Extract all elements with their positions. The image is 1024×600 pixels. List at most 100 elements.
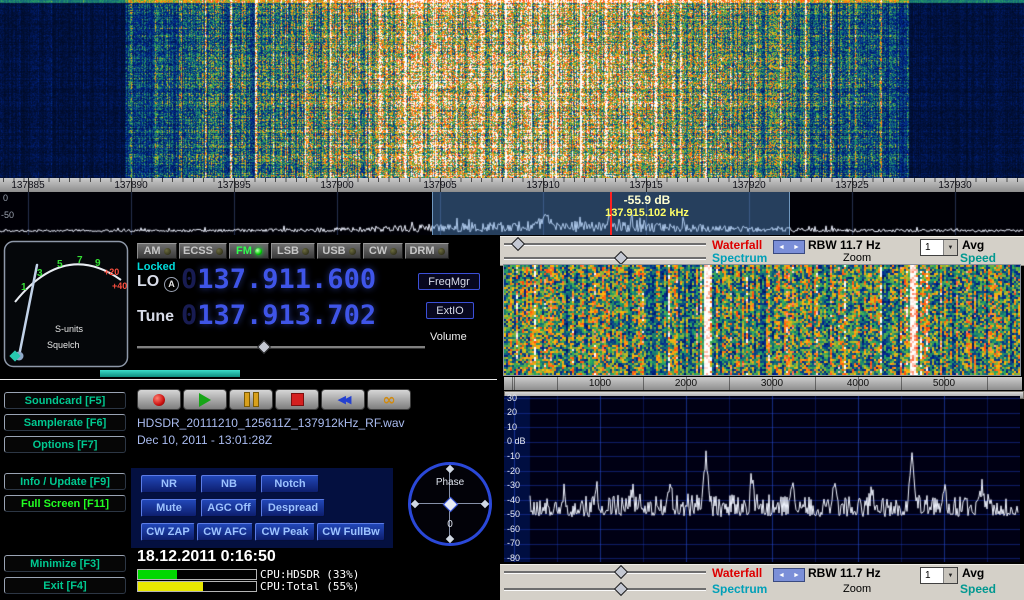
zoom-label-top: Zoom — [843, 252, 871, 264]
fullscreen-button[interactable]: Full Screen [F11] — [4, 495, 126, 512]
mode-fm-led-icon — [255, 248, 262, 255]
waterfall-shift-buttons-bottom[interactable]: ◄ ► — [773, 568, 805, 582]
soundcard-button[interactable]: Soundcard [F5] — [4, 392, 126, 409]
despread-button[interactable]: Despread — [261, 499, 325, 517]
spectrum-gain-slider-bottom[interactable] — [504, 583, 706, 594]
main-waterfall[interactable] — [0, 0, 1024, 178]
mode-lsb-led-icon — [302, 248, 309, 255]
zoom-waterfall-frame — [503, 264, 1021, 376]
mode-usb-led-icon — [349, 248, 356, 255]
mode-ecss-button[interactable]: ECSS — [179, 243, 227, 259]
slider-thumb[interactable] — [511, 237, 525, 251]
main-spectrum[interactable]: 0 -50 -55.9 dB 137.915.102 kHz — [0, 192, 1024, 235]
zoom-spectrum[interactable] — [504, 396, 1020, 562]
slider-track — [504, 571, 706, 574]
mode-drm-led-icon — [438, 248, 445, 255]
arrow-right-icon[interactable]: ► — [793, 572, 800, 579]
tune-label: Tune — [137, 308, 174, 326]
db-axis-0: 0 — [3, 193, 8, 203]
record-button[interactable] — [137, 389, 181, 410]
play-button[interactable] — [183, 389, 227, 410]
zoom-tick-label: 2000 — [675, 378, 697, 389]
zoom-frequency-scale[interactable]: 1000 2000 3000 4000 5000 — [504, 377, 1022, 390]
cw-peak-button[interactable]: CW Peak — [255, 523, 315, 541]
slider-thumb[interactable] — [614, 251, 628, 265]
smeter-units-label: S-units — [55, 324, 84, 334]
avg-count-select-top[interactable]: 1 ▼ — [920, 239, 958, 256]
freqmgr-button[interactable]: FreqMgr — [418, 273, 480, 290]
slider-thumb[interactable] — [614, 565, 628, 579]
waterfall-shift-buttons-top[interactable]: ◄ ► — [773, 240, 805, 254]
avg-count-select-bottom[interactable]: 1 ▼ — [920, 567, 958, 584]
waterfall-label-bottom: Waterfall — [712, 566, 762, 580]
waterfall-label-top: Waterfall — [712, 238, 762, 252]
slider-thumb[interactable] — [614, 582, 628, 596]
phase-dial[interactable]: Phase 0 — [408, 462, 492, 546]
minimize-button[interactable]: Minimize [F3] — [4, 555, 126, 572]
squelch-level-bar[interactable] — [100, 370, 240, 377]
lo-frequency-display[interactable]: 0137.911.600 — [181, 264, 376, 295]
volume-slider[interactable] — [137, 341, 425, 352]
cw-fullbw-button[interactable]: CW FullBw — [317, 523, 385, 541]
s-meter: 1 3 5 7 9 +20 +40 S-units Squelch — [3, 240, 129, 368]
db-scale-label: 0 dB — [507, 436, 526, 446]
db-scale-label: 20 — [507, 407, 517, 417]
mode-lsb-button[interactable]: LSB — [271, 243, 315, 259]
options-button[interactable]: Options [F7] — [4, 436, 126, 453]
tune-frequency-display[interactable]: 0137.913.702 — [181, 300, 376, 331]
arrow-right-icon[interactable]: ► — [793, 244, 800, 251]
nr-button[interactable]: NR — [141, 475, 197, 493]
cpu-total-bar — [137, 581, 257, 592]
mode-fm-button[interactable]: FM — [229, 243, 269, 259]
nb-button[interactable]: NB — [201, 475, 257, 493]
arrow-left-icon[interactable]: ◄ — [778, 244, 785, 251]
samplerate-button[interactable]: Samplerate [F6] — [4, 414, 126, 431]
cw-zap-button[interactable]: CW ZAP — [141, 523, 195, 541]
mode-cw-led-icon — [390, 248, 397, 255]
zoom-label-bottom: Zoom — [843, 583, 871, 595]
lo-leading-zero: 0 — [181, 264, 197, 295]
spectrum-gain-slider-top[interactable] — [504, 252, 706, 263]
mute-button[interactable]: Mute — [141, 499, 197, 517]
smeter-tick: 1 — [21, 282, 27, 293]
datetime-display: 18.12.2011 0:16:50 — [137, 548, 276, 566]
spectrum-label-top: Spectrum — [712, 251, 767, 265]
agc-button[interactable]: AGC Off — [201, 499, 257, 517]
dropdown-arrow-icon[interactable]: ▼ — [943, 568, 957, 583]
dropdown-arrow-icon[interactable]: ▼ — [943, 240, 957, 255]
mode-drm-button[interactable]: DRM — [405, 243, 449, 259]
volume-slider-thumb[interactable] — [257, 340, 271, 354]
recording-filename: HDSDR_20111210_125611Z_137912kHz_RF.wav — [137, 416, 405, 430]
extio-button[interactable]: ExtIO — [426, 302, 474, 319]
arrow-left-icon[interactable]: ◄ — [778, 572, 785, 579]
recording-date: Dec 10, 2011 - 13:01:28Z — [137, 433, 272, 447]
waterfall-brightness-slider-bottom[interactable] — [504, 566, 706, 577]
zoom-waterfall[interactable] — [504, 265, 1020, 375]
rewind-button[interactable]: ◀◀ — [321, 389, 365, 410]
stop-button[interactable] — [275, 389, 319, 410]
lo-lock-button[interactable]: A — [164, 277, 179, 292]
loop-button[interactable]: ∞ — [367, 389, 411, 410]
db-scale-label: -50 — [507, 509, 520, 519]
smeter-tick: 3 — [37, 268, 43, 279]
volume-slider-track — [137, 346, 425, 349]
mode-usb-button[interactable]: USB — [317, 243, 361, 259]
db-scale-label: -40 — [507, 495, 520, 505]
notch-button[interactable]: Notch — [261, 475, 319, 493]
waterfall-brightness-slider-top[interactable] — [504, 238, 706, 249]
exit-button[interactable]: Exit [F4] — [4, 577, 126, 594]
cw-afc-button[interactable]: CW AFC — [197, 523, 253, 541]
frequency-scale[interactable]: 137885 137890 137895 137900 137905 13791… — [0, 178, 1024, 192]
freq-tick-label: 137885 — [11, 180, 44, 191]
phase-value: 0 — [408, 519, 492, 530]
slider-track — [504, 257, 706, 260]
slider-track — [504, 588, 706, 591]
db-scale-label: -70 — [507, 538, 520, 548]
zoom-tick-label: 1000 — [589, 378, 611, 389]
mode-cw-button[interactable]: CW — [363, 243, 403, 259]
info-update-button[interactable]: Info / Update [F9] — [4, 473, 126, 490]
pause-button[interactable] — [229, 389, 273, 410]
zoom-tick-label: 5000 — [933, 378, 955, 389]
freq-tick-label: 137920 — [732, 180, 765, 191]
mode-am-button[interactable]: AM — [137, 243, 177, 259]
